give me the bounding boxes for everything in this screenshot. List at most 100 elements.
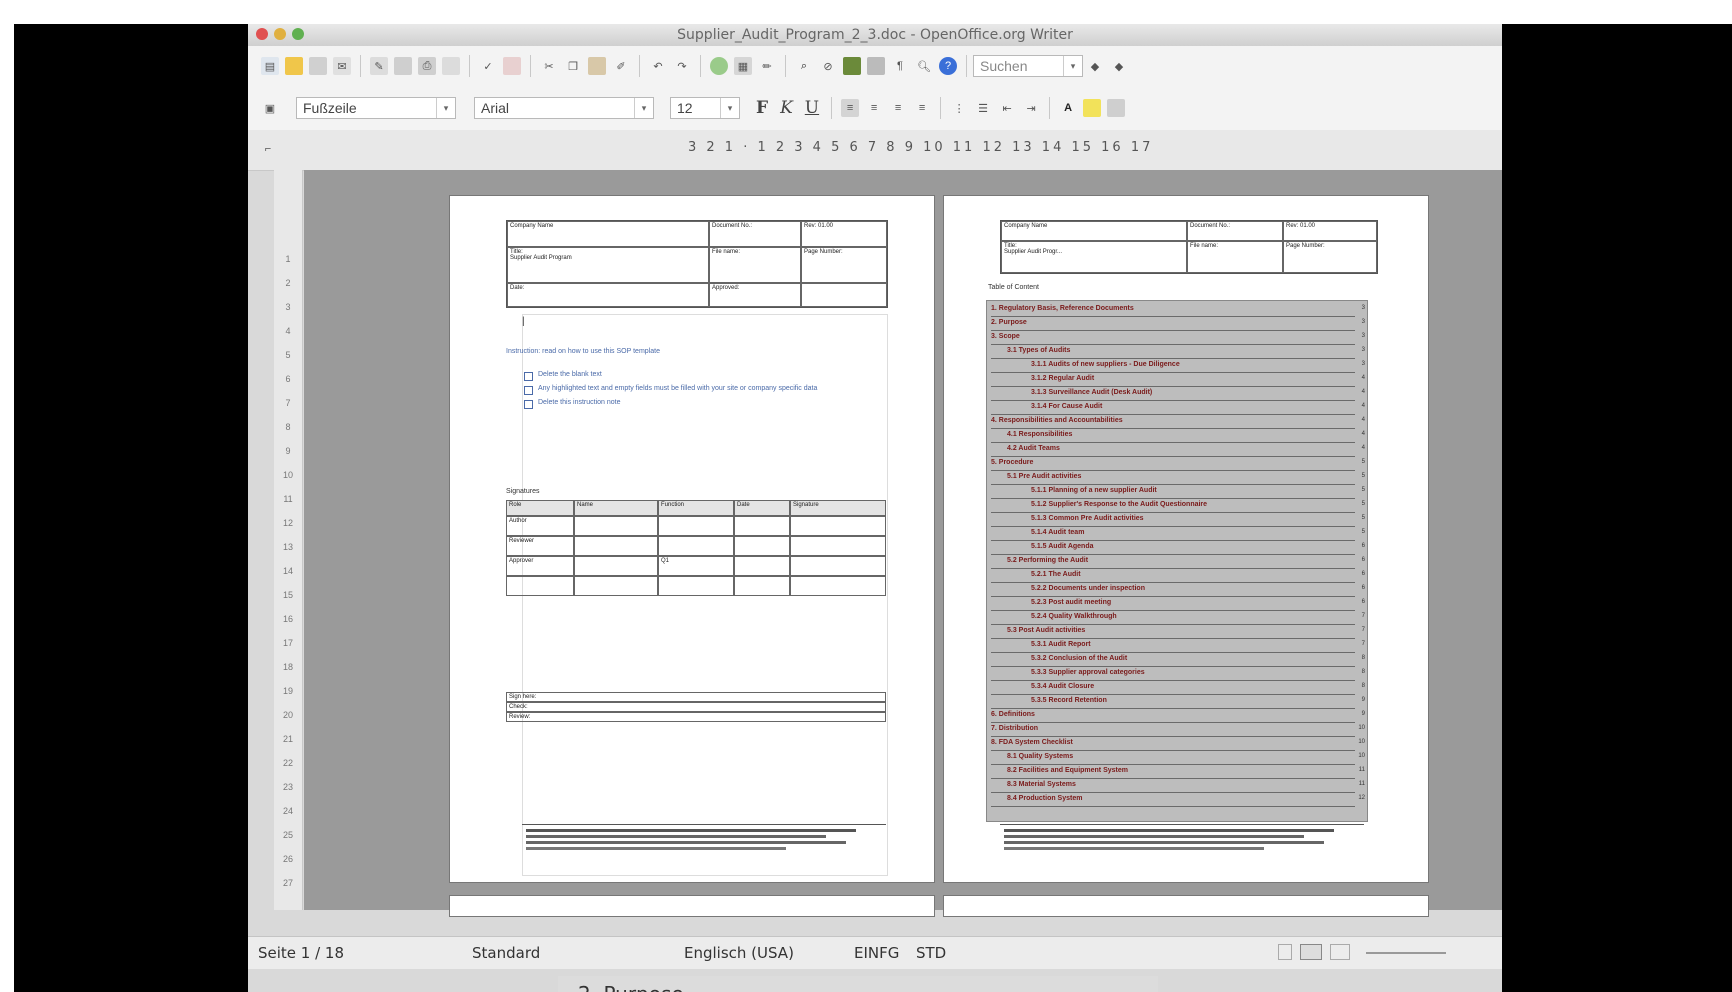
- status-style[interactable]: Standard: [472, 944, 540, 962]
- navigator-icon[interactable]: ⊘: [819, 57, 837, 75]
- status-insert-mode[interactable]: EINFG: [854, 944, 899, 962]
- table-of-contents[interactable]: 1. Regulatory Basis, Reference Documents…: [986, 300, 1368, 822]
- toc-entry[interactable]: 2. Purpose: [991, 319, 1027, 326]
- page-2[interactable]: Company Name Document No.: Rev: 01.00 Ti…: [944, 196, 1428, 882]
- align-justify-icon[interactable]: ≡: [913, 99, 931, 117]
- print-icon[interactable]: ⎙: [418, 57, 436, 75]
- toc-entry[interactable]: 3.1.2 Regular Audit: [1031, 375, 1094, 382]
- spellcheck-icon[interactable]: ✓: [479, 57, 497, 75]
- format-paintbrush-icon[interactable]: ✐: [612, 57, 630, 75]
- data-sources-icon[interactable]: [867, 57, 885, 75]
- page-3-top[interactable]: [450, 896, 934, 916]
- tab-stop-icon[interactable]: ⌐: [259, 140, 277, 158]
- mail-icon[interactable]: ✉: [333, 57, 351, 75]
- zoom-slider[interactable]: [1366, 952, 1446, 954]
- toc-entry[interactable]: 3.1.4 For Cause Audit: [1031, 403, 1102, 410]
- horizontal-ruler[interactable]: ⌐ 3 2 1 · 1 2 3 4 5 6 7 8 9 10 11 12 13 …: [248, 130, 1502, 171]
- vertical-ruler[interactable]: 1 2 3 4 5 6 7 8 9 10 11 12 13 14 15 16 17 18 19 20 21 22 23 24 2…: [274, 170, 303, 910]
- find-replace-icon[interactable]: ⌕: [795, 57, 813, 75]
- numbering-icon[interactable]: ⋮: [950, 99, 968, 117]
- toc-entry[interactable]: 5.1 Pre Audit activities: [1007, 473, 1081, 480]
- chevron-down-icon[interactable]: ▾: [436, 98, 455, 118]
- sig-cell[interactable]: [658, 516, 734, 536]
- decrease-indent-icon[interactable]: ⇤: [998, 99, 1016, 117]
- sig-cell[interactable]: [734, 556, 790, 576]
- toc-entry[interactable]: 3.1.1 Audits of new suppliers - Due Dili…: [1031, 361, 1180, 368]
- toc-entry[interactable]: 5.1.3 Common Pre Audit activities: [1031, 515, 1144, 522]
- sig-cell[interactable]: [574, 556, 658, 576]
- align-left-icon[interactable]: ≡: [841, 99, 860, 117]
- toc-entry[interactable]: 5.3.2 Conclusion of the Audit: [1031, 655, 1127, 662]
- sig-cell[interactable]: Q1: [658, 556, 734, 576]
- sig-cell[interactable]: [790, 576, 886, 596]
- bullets-icon[interactable]: ☰: [974, 99, 992, 117]
- page-1[interactable]: Company Name Document No.: Rev: 01.00 Ti…: [450, 196, 934, 882]
- toc-entry[interactable]: 1. Regulatory Basis, Reference Documents: [991, 305, 1134, 312]
- sign-row[interactable]: Sign here:: [506, 692, 886, 702]
- font-name-select[interactable]: Arial ▾: [474, 97, 654, 119]
- status-page[interactable]: Seite 1 / 18: [258, 944, 344, 962]
- book-view-icon[interactable]: [1330, 944, 1350, 960]
- toc-entry[interactable]: 3. Scope: [991, 333, 1020, 340]
- sig-cell[interactable]: Reviewer: [506, 536, 574, 556]
- document-workspace[interactable]: Company Name Document No.: Rev: 01.00 Ti…: [304, 170, 1502, 916]
- sig-cell[interactable]: [734, 576, 790, 596]
- chevron-down-icon[interactable]: ▾: [634, 98, 653, 118]
- toc-entry[interactable]: 5.2.2 Documents under inspection: [1031, 585, 1145, 592]
- chevron-down-icon[interactable]: ▾: [720, 98, 739, 118]
- increase-indent-icon[interactable]: ⇥: [1022, 99, 1040, 117]
- bold-button[interactable]: F: [756, 98, 768, 118]
- toc-entry[interactable]: 5.3.1 Audit Report: [1031, 641, 1091, 648]
- page-preview-icon[interactable]: [442, 57, 460, 75]
- redo-icon[interactable]: ↷: [673, 57, 691, 75]
- toc-entry[interactable]: 8.4 Production System: [1007, 795, 1082, 802]
- underline-button[interactable]: U: [805, 98, 819, 118]
- find-next-icon[interactable]: ◆: [1086, 57, 1104, 75]
- sig-cell[interactable]: [790, 536, 886, 556]
- status-selection-mode[interactable]: STD: [916, 944, 946, 962]
- toc-entry[interactable]: 8.1 Quality Systems: [1007, 753, 1073, 760]
- toc-entry[interactable]: 4.2 Audit Teams: [1007, 445, 1060, 452]
- toc-entry[interactable]: 4. Responsibilities and Accountabilities: [991, 417, 1123, 424]
- show-draw-functions-icon[interactable]: ✏: [758, 57, 776, 75]
- open-folder-icon[interactable]: [285, 57, 303, 75]
- nonprinting-characters-icon[interactable]: ¶: [891, 57, 909, 75]
- undo-icon[interactable]: ↶: [649, 57, 667, 75]
- table-icon[interactable]: ▦: [734, 57, 752, 75]
- paragraph-style-select[interactable]: Fußzeile ▾: [296, 97, 456, 119]
- chevron-down-icon[interactable]: ▾: [1063, 56, 1082, 76]
- sign-row[interactable]: Review:: [506, 712, 886, 722]
- sig-cell[interactable]: [790, 556, 886, 576]
- toc-entry[interactable]: 8. FDA System Checklist: [991, 739, 1073, 746]
- toc-entry[interactable]: 5.3.4 Audit Closure: [1031, 683, 1094, 690]
- toc-entry[interactable]: 6. Definitions: [991, 711, 1035, 718]
- align-center-icon[interactable]: ≡: [865, 99, 883, 117]
- toc-entry[interactable]: 5. Procedure: [991, 459, 1033, 466]
- sign-row[interactable]: Check:: [506, 702, 886, 712]
- new-document-icon[interactable]: ▤: [261, 57, 279, 75]
- font-size-select[interactable]: 12 ▾: [670, 97, 740, 119]
- sig-cell[interactable]: [734, 536, 790, 556]
- sig-cell[interactable]: [658, 576, 734, 596]
- single-page-view-icon[interactable]: [1278, 944, 1292, 960]
- toc-entry[interactable]: 5.3.5 Record Retention: [1031, 697, 1107, 704]
- instruction-checkbox[interactable]: [524, 400, 533, 409]
- toc-entry[interactable]: 7. Distribution: [991, 725, 1038, 732]
- copy-icon[interactable]: ❐: [564, 57, 582, 75]
- background-color-icon[interactable]: [1107, 99, 1126, 117]
- instruction-checkbox[interactable]: [524, 372, 533, 381]
- page-4-top[interactable]: [944, 896, 1428, 916]
- toc-entry[interactable]: 5.3.3 Supplier approval categories: [1031, 669, 1145, 676]
- toc-entry[interactable]: 4.1 Responsibilities: [1007, 431, 1072, 438]
- sig-cell[interactable]: [574, 576, 658, 596]
- toc-entry[interactable]: 5.1.1 Planning of a new supplier Audit: [1031, 487, 1157, 494]
- sig-cell[interactable]: [506, 576, 574, 596]
- sig-cell[interactable]: Approver: [506, 556, 574, 576]
- toc-entry[interactable]: 5.2.1 The Audit: [1031, 571, 1081, 578]
- toc-entry[interactable]: 5.2.4 Quality Walkthrough: [1031, 613, 1117, 620]
- sig-cell[interactable]: [574, 536, 658, 556]
- toc-entry[interactable]: 3.1.3 Surveillance Audit (Desk Audit): [1031, 389, 1152, 396]
- autospell-icon[interactable]: [503, 57, 521, 75]
- hyperlink-icon[interactable]: [710, 57, 728, 75]
- font-color-icon[interactable]: A: [1059, 99, 1077, 117]
